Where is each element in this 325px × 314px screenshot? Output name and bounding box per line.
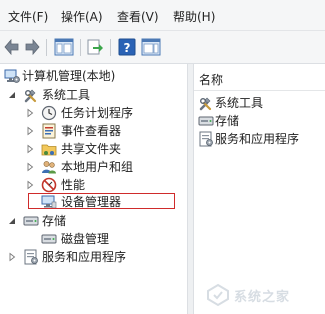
list-item-label: 服务和应用程序 bbox=[215, 132, 300, 146]
menu-bar: 文件(F) 操作(A) 查看(V) 帮助(H) bbox=[0, 0, 325, 31]
tree-label: 存储 bbox=[42, 214, 67, 228]
tree-item-computer-management[interactable]: 计算机管理(本地) bbox=[0, 67, 187, 85]
list-item-services-apps[interactable]: 服务和应用程序 bbox=[194, 130, 325, 148]
tree-label: 服务和应用程序 bbox=[42, 250, 127, 264]
tree-label: 本地用户和组 bbox=[61, 160, 134, 174]
pane-splitter[interactable] bbox=[187, 64, 194, 314]
users-icon bbox=[42, 161, 56, 174]
system-tools-icon bbox=[199, 97, 212, 111]
collapsed-arrow-icon[interactable] bbox=[25, 162, 35, 172]
watermark-logo-icon bbox=[207, 283, 229, 307]
collapsed-arrow-icon[interactable] bbox=[25, 108, 35, 118]
tree-item-system-tools[interactable]: 系统工具 bbox=[0, 86, 187, 104]
collapsed-arrow-icon[interactable] bbox=[25, 126, 35, 136]
tree-item-local-users-groups[interactable]: 本地用户和组 bbox=[0, 158, 187, 176]
details-pane: 名称 系统工具 存储 服务和应用程序 bbox=[194, 64, 325, 314]
disk-management-icon bbox=[41, 234, 57, 244]
storage-icon bbox=[23, 216, 39, 226]
export-list-icon[interactable] bbox=[86, 38, 104, 56]
toolbar-separator bbox=[110, 39, 111, 56]
tree-item-services-apps[interactable]: 服务和应用程序 bbox=[0, 248, 187, 266]
toolbar-separator bbox=[46, 39, 47, 56]
show-hide-action-pane-icon[interactable] bbox=[141, 38, 161, 56]
toolbar-separator bbox=[80, 39, 81, 56]
show-hide-tree-icon[interactable] bbox=[54, 38, 74, 56]
services-apps-icon bbox=[24, 249, 38, 265]
collapsed-arrow-icon[interactable] bbox=[25, 144, 35, 154]
event-viewer-icon bbox=[42, 123, 56, 139]
menu-file[interactable]: 文件(F) bbox=[8, 8, 48, 25]
tree-item-performance[interactable]: 性能 bbox=[0, 176, 187, 194]
collapsed-arrow-icon[interactable] bbox=[7, 252, 17, 262]
back-arrow-icon[interactable] bbox=[4, 38, 20, 56]
tree-item-disk-management[interactable]: 磁盘管理 bbox=[0, 230, 187, 248]
tree-label: 磁盘管理 bbox=[61, 232, 110, 246]
shared-folder-icon bbox=[41, 144, 57, 156]
system-tools-icon bbox=[24, 89, 37, 103]
column-header-label: 名称 bbox=[199, 73, 224, 87]
list-item-storage[interactable]: 存储 bbox=[194, 112, 325, 130]
help-icon[interactable]: ? bbox=[118, 38, 136, 56]
collapsed-arrow-icon[interactable] bbox=[25, 180, 35, 190]
menu-action[interactable]: 操作(A) bbox=[61, 8, 103, 25]
clock-icon bbox=[41, 105, 57, 121]
expanded-arrow-icon[interactable] bbox=[7, 90, 17, 100]
list-item-system-tools[interactable]: 系统工具 bbox=[194, 94, 325, 112]
tree-label: 计算机管理(本地) bbox=[22, 69, 116, 83]
tree-item-event-viewer[interactable]: 事件查看器 bbox=[0, 122, 187, 140]
menu-help[interactable]: 帮助(H) bbox=[173, 8, 215, 25]
tree-item-task-scheduler[interactable]: 任务计划程序 bbox=[0, 104, 187, 122]
svg-text:?: ? bbox=[124, 41, 131, 55]
tree-label: 系统工具 bbox=[42, 88, 91, 102]
tree-label: 共享文件夹 bbox=[61, 142, 122, 156]
watermark-text: 系统之家 bbox=[234, 290, 291, 305]
expanded-arrow-icon[interactable] bbox=[7, 216, 17, 226]
services-apps-icon bbox=[199, 131, 213, 147]
menu-view[interactable]: 查看(V) bbox=[117, 8, 159, 25]
tree-item-storage[interactable]: 存储 bbox=[0, 212, 187, 230]
storage-icon bbox=[198, 116, 214, 126]
computer-management-icon bbox=[4, 69, 20, 83]
tree-label: 任务计划程序 bbox=[61, 106, 134, 120]
performance-icon bbox=[41, 177, 57, 193]
list-item-label: 存储 bbox=[215, 114, 240, 128]
highlight-box bbox=[28, 193, 175, 209]
forward-arrow-icon[interactable] bbox=[24, 38, 40, 56]
tree-label: 性能 bbox=[61, 178, 86, 192]
tree-item-shared-folders[interactable]: 共享文件夹 bbox=[0, 140, 187, 158]
tree-label: 事件查看器 bbox=[61, 124, 122, 138]
watermark: 系统之家 bbox=[202, 281, 322, 309]
toolbar: ? bbox=[0, 31, 325, 64]
column-header-name[interactable]: 名称 bbox=[194, 64, 325, 91]
list-item-label: 系统工具 bbox=[215, 96, 264, 110]
